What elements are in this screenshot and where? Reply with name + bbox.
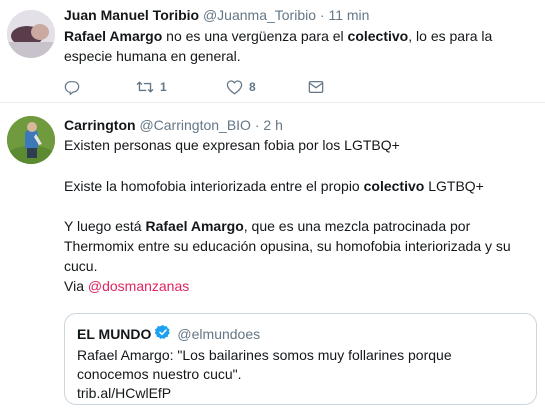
tweet-text-line: Y luego está Rafael Amargo, que es una m… bbox=[64, 216, 534, 276]
retweet-icon bbox=[136, 81, 154, 93]
mention-link[interactable]: @dosmanzanas bbox=[88, 278, 189, 294]
separator: · bbox=[319, 7, 325, 23]
text-span: no es una vergüenza para el bbox=[162, 28, 348, 44]
bold-text: Rafael Amargo bbox=[64, 28, 163, 44]
tweet-text-line: Existen personas que expresan fobia por … bbox=[64, 137, 400, 153]
retweet-count: 1 bbox=[160, 80, 167, 94]
bold-text: colectivo bbox=[363, 178, 425, 194]
quoted-tweet-header: EL MUNDO @elmundoes bbox=[77, 324, 260, 343]
author-name[interactable]: Juan Manuel Toribio bbox=[64, 7, 199, 23]
like-count: 8 bbox=[249, 80, 256, 94]
retweet-button[interactable]: 1 bbox=[136, 79, 226, 95]
verified-badge-icon bbox=[155, 324, 171, 343]
tweet-text-line: Via @dosmanzanas bbox=[64, 276, 534, 296]
text-span: Existe la homofobia interiorizada entre … bbox=[64, 178, 364, 194]
quoted-text: Rafael Amargo: "Los bailarines somos muy… bbox=[77, 347, 452, 382]
bold-text: colectivo bbox=[347, 28, 409, 44]
timestamp[interactable]: 11 min bbox=[328, 7, 369, 23]
tweet-actions: 1 8 bbox=[64, 79, 324, 95]
quoted-link[interactable]: trib.al/HCwlEfP bbox=[77, 384, 527, 403]
quoted-author-name: EL MUNDO bbox=[77, 325, 152, 342]
envelope-icon bbox=[308, 81, 324, 93]
text-span: Y luego está bbox=[64, 218, 146, 234]
text-span: LGTBQ+ bbox=[424, 178, 484, 194]
author-handle[interactable]: @Carrington_BIO bbox=[139, 117, 250, 133]
timestamp[interactable]: 2 h bbox=[263, 117, 282, 133]
avatar-image bbox=[7, 116, 55, 164]
tweet-header: Carrington @Carrington_BIO · 2 h bbox=[64, 117, 283, 133]
tweet-header: Juan Manuel Toribio @Juanma_Toribio · 11… bbox=[64, 7, 369, 23]
like-button[interactable]: 8 bbox=[226, 79, 308, 95]
tweet-text: Rafael Amargo no es una vergüenza para e… bbox=[64, 26, 534, 66]
reply-button[interactable] bbox=[64, 79, 136, 95]
avatar[interactable] bbox=[7, 116, 55, 164]
avatar[interactable] bbox=[7, 10, 55, 58]
author-name[interactable]: Carrington bbox=[64, 117, 136, 133]
direct-message-button[interactable] bbox=[308, 80, 324, 94]
text-span: Via bbox=[64, 278, 88, 294]
tweet-carrington[interactable]: Carrington @Carrington_BIO · 2 h Existen… bbox=[0, 104, 545, 420]
avatar-image bbox=[7, 10, 55, 58]
heart-icon bbox=[226, 80, 243, 95]
separator: · bbox=[254, 117, 260, 133]
quoted-tweet-text: Rafael Amargo: "Los bailarines somos muy… bbox=[77, 346, 527, 403]
tweet-text-line: Existe la homofobia interiorizada entre … bbox=[64, 176, 534, 196]
quoted-tweet[interactable]: EL MUNDO @elmundoes Rafael Amargo: "Los … bbox=[64, 313, 537, 405]
quoted-author-handle: @elmundoes bbox=[177, 325, 261, 342]
bold-text: Rafael Amargo bbox=[145, 218, 244, 234]
reply-icon bbox=[64, 81, 80, 95]
tweet-juan-manuel-toribio[interactable]: Juan Manuel Toribio @Juanma_Toribio · 11… bbox=[0, 0, 545, 103]
author-handle[interactable]: @Juanma_Toribio bbox=[203, 7, 316, 23]
